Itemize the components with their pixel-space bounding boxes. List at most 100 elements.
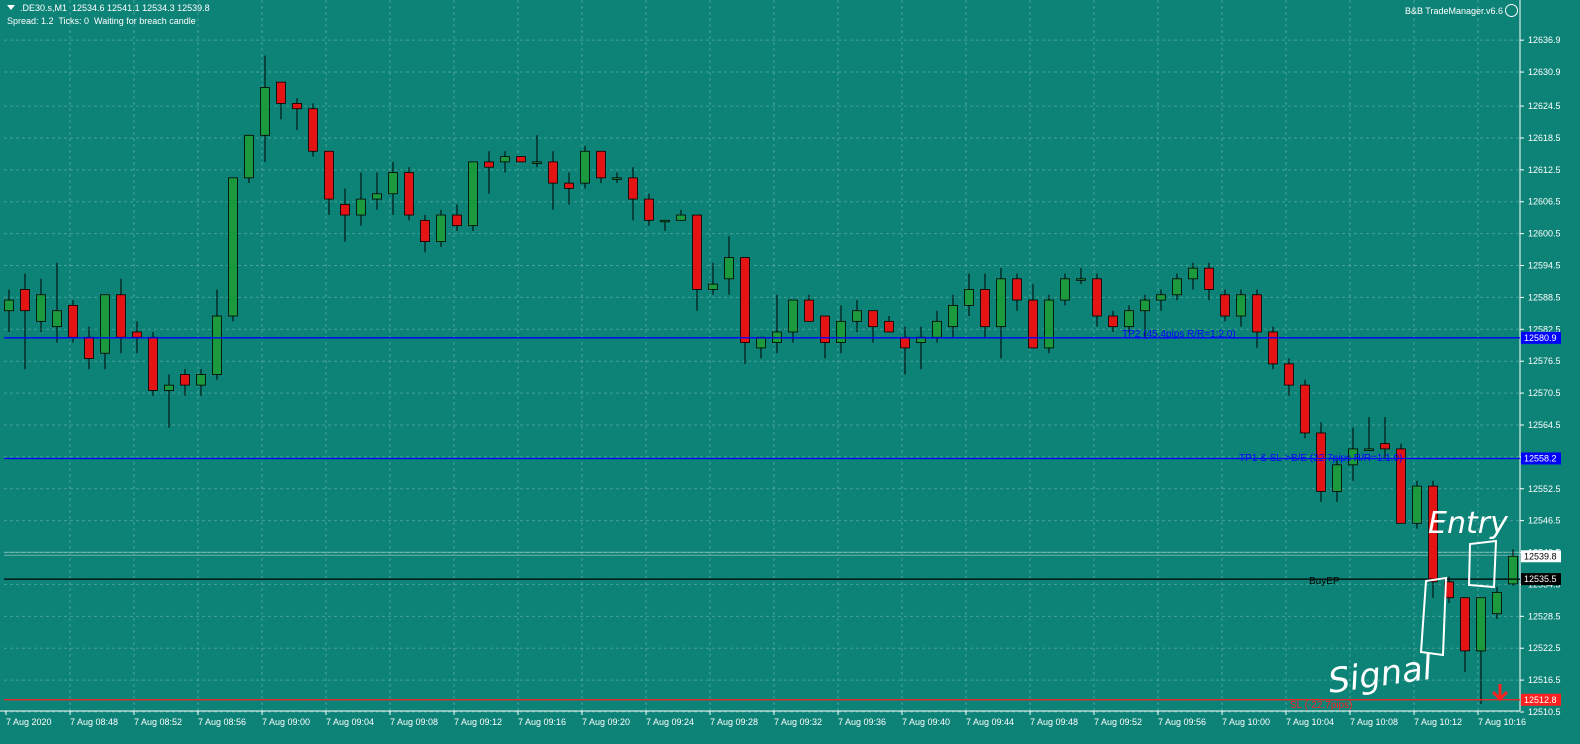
bear-candle[interactable]: [1204, 267, 1214, 290]
bull-candle[interactable]: [532, 161, 542, 164]
bear-candle[interactable]: [884, 320, 894, 333]
bear-candle[interactable]: [308, 108, 318, 152]
bear-candle[interactable]: [740, 257, 750, 343]
bear-candle[interactable]: [692, 214, 702, 290]
bull-candle[interactable]: [388, 172, 398, 195]
time-tick-label: 7 Aug 09:28: [710, 717, 758, 727]
bear-candle[interactable]: [1220, 294, 1230, 317]
bull-candle[interactable]: [1044, 299, 1054, 349]
bull-candle[interactable]: [836, 320, 846, 343]
bear-candle[interactable]: [1460, 597, 1470, 652]
bear-candle[interactable]: [980, 289, 990, 328]
bear-candle[interactable]: [628, 177, 638, 200]
bull-candle[interactable]: [1492, 592, 1502, 615]
bear-candle[interactable]: [1028, 299, 1038, 349]
bear-candle[interactable]: [116, 294, 126, 338]
bull-candle[interactable]: [660, 219, 670, 223]
bull-candle[interactable]: [1476, 597, 1486, 652]
bull-candle[interactable]: [228, 177, 238, 317]
bear-candle[interactable]: [84, 336, 94, 359]
time-tick-label: 7 Aug 10:08: [1350, 717, 1398, 727]
bear-candle[interactable]: [900, 336, 910, 349]
entry-highlight: [1467, 539, 1498, 589]
bull-candle[interactable]: [356, 198, 366, 216]
bull-candle[interactable]: [1412, 485, 1422, 524]
bear-candle[interactable]: [132, 331, 142, 338]
bear-candle[interactable]: [340, 204, 350, 216]
bull-candle[interactable]: [1188, 267, 1198, 280]
time-tick-label: 7 Aug 09:04: [326, 717, 374, 727]
bear-candle[interactable]: [804, 299, 814, 322]
bear-candle[interactable]: [1380, 443, 1390, 450]
bear-candle[interactable]: [516, 156, 526, 163]
bull-candle[interactable]: [4, 299, 14, 312]
bull-candle[interactable]: [36, 294, 46, 322]
bear-candle[interactable]: [420, 219, 430, 243]
bull-candle[interactable]: [948, 304, 958, 328]
bear-candle[interactable]: [1300, 384, 1310, 434]
bull-candle[interactable]: [996, 278, 1006, 328]
bear-candle[interactable]: [820, 315, 830, 343]
bull-candle[interactable]: [580, 150, 590, 184]
bull-candle[interactable]: [724, 257, 734, 280]
bull-candle[interactable]: [1332, 464, 1342, 492]
trading-chart[interactable]: 12636.9 12630.9 12624.5 12618.5 12612.5 12606…: [0, 0, 1580, 744]
bull-candle[interactable]: [1236, 294, 1246, 317]
bull-candle[interactable]: [1172, 278, 1182, 296]
bear-candle[interactable]: [404, 172, 414, 216]
bull-candle[interactable]: [244, 134, 254, 179]
bear-candle[interactable]: [180, 374, 190, 386]
bear-candle[interactable]: [1092, 278, 1102, 317]
bear-candle[interactable]: [148, 336, 158, 391]
bull-candle[interactable]: [212, 315, 222, 375]
bull-candle[interactable]: [372, 193, 382, 200]
level-label-entry: BuyEP: [1309, 576, 1340, 587]
chart-canvas[interactable]: 12636.9 12630.9 12624.5 12618.5 12612.5 12606…: [0, 0, 1580, 744]
bear-candle[interactable]: [292, 103, 302, 110]
bear-candle[interactable]: [452, 214, 462, 227]
bear-candle[interactable]: [1268, 331, 1278, 365]
bear-candle[interactable]: [548, 161, 558, 184]
bull-candle[interactable]: [1140, 299, 1150, 312]
bear-candle[interactable]: [564, 182, 574, 189]
bear-candle[interactable]: [276, 81, 286, 104]
bull-candle[interactable]: [100, 294, 110, 354]
bull-candle[interactable]: [1156, 294, 1166, 301]
bull-candle[interactable]: [436, 214, 446, 243]
time-tick-label: 7 Aug 08:56: [198, 717, 246, 727]
bear-candle[interactable]: [324, 150, 334, 200]
bear-candle[interactable]: [1252, 294, 1262, 333]
bull-candle[interactable]: [612, 177, 622, 180]
bull-candle[interactable]: [52, 310, 62, 328]
bull-candle[interactable]: [1124, 310, 1134, 328]
time-tick-label: 7 Aug 08:52: [134, 717, 182, 727]
bull-candle[interactable]: [468, 161, 478, 227]
bull-candle[interactable]: [676, 214, 686, 221]
bull-candle[interactable]: [260, 87, 270, 136]
bull-candle[interactable]: [756, 336, 766, 349]
bear-candle[interactable]: [868, 310, 878, 328]
bull-candle[interactable]: [852, 310, 862, 322]
bull-candle[interactable]: [1060, 278, 1070, 301]
bull-candle[interactable]: [1364, 448, 1374, 451]
bull-candle[interactable]: [164, 384, 174, 391]
bear-candle[interactable]: [484, 161, 494, 168]
bull-candle[interactable]: [964, 289, 974, 306]
bear-candle[interactable]: [20, 289, 30, 312]
bull-candle[interactable]: [788, 299, 798, 333]
bull-candle[interactable]: [932, 320, 942, 338]
bull-candle[interactable]: [708, 283, 718, 290]
bear-candle[interactable]: [596, 150, 606, 179]
level-label-tp2: TP2 (45.4pips R/R=1:2.0): [1122, 329, 1236, 340]
bull-candle[interactable]: [500, 156, 510, 163]
bull-candle[interactable]: [1076, 278, 1086, 281]
bear-candle[interactable]: [644, 198, 654, 221]
bear-candle[interactable]: [68, 304, 78, 338]
bull-candle[interactable]: [196, 374, 206, 386]
symbol-menu-arrow-icon[interactable]: [7, 5, 15, 10]
bear-candle[interactable]: [1108, 315, 1118, 328]
bear-candle[interactable]: [1012, 278, 1022, 301]
time-tick-label: 7 Aug 09:48: [1030, 717, 1078, 727]
time-tick-label: 7 Aug 09:24: [646, 717, 694, 727]
bear-candle[interactable]: [1284, 363, 1294, 386]
